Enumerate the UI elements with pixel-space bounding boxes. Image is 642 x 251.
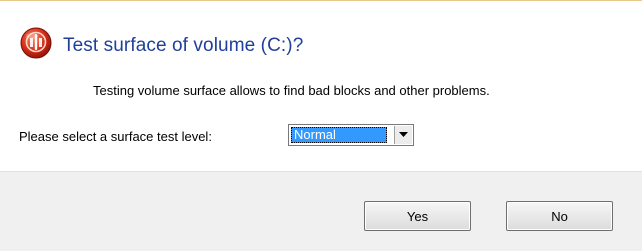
dialog-content: Test surface of volume (C:)? Testing vol… — [0, 1, 642, 171]
dropdown-arrow-button[interactable] — [394, 126, 412, 144]
no-button[interactable]: No — [506, 201, 613, 231]
dialog-message: Testing volume surface allows to find ba… — [93, 83, 490, 98]
surface-test-level-value: Normal — [291, 127, 387, 143]
confirm-dialog: Test surface of volume (C:)? Testing vol… — [0, 0, 642, 251]
chevron-down-icon — [399, 132, 408, 137]
yes-button[interactable]: Yes — [364, 201, 471, 231]
surface-test-level-select[interactable]: Normal — [288, 124, 414, 146]
surface-test-label: Please select a surface test level: — [19, 129, 212, 144]
footer-divider — [0, 171, 642, 172]
disk-check-icon — [20, 27, 52, 59]
dialog-title: Test surface of volume (C:)? — [63, 35, 304, 56]
